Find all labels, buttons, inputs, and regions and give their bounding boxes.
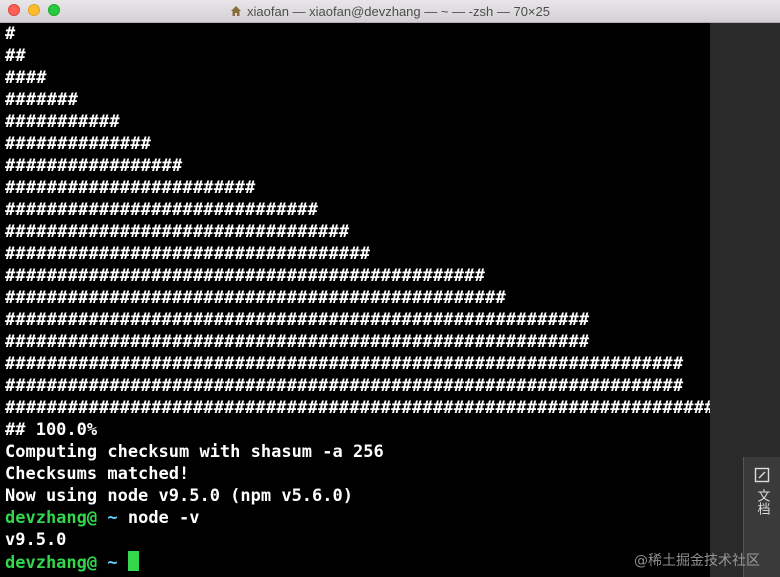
side-widget-label: 文档 [754,489,770,515]
progress-line: ################################### [5,244,371,264]
progress-line: ############################## [5,200,319,220]
progress-line: ############## [5,134,152,154]
output-line: Computing checksum with shasum -a 256 [5,442,384,462]
command-output: v9.5.0 [5,530,67,550]
progress-line: ################################# [5,222,350,242]
progress-line: ######################## [5,178,256,198]
prompt-directory: ~ [97,553,128,573]
progress-line: ########################################… [5,266,486,286]
window-controls [8,4,60,16]
close-button[interactable] [8,4,20,16]
prompt-line: devzhang@ ~ node -v [5,507,710,529]
command-text: node -v [127,508,200,528]
edit-doc-icon [754,467,770,483]
maximize-button[interactable] [48,4,60,16]
minimize-button[interactable] [28,4,40,16]
progress-line: ########### [5,112,120,132]
terminal-content[interactable]: # ## #### ####### ########### ##########… [0,23,736,577]
progress-line: ########################################… [5,310,590,330]
output-line: Checksums matched! [5,464,190,484]
percent-line: ## 100.0% [5,420,98,440]
progress-line: ## [5,46,26,66]
progress-line: #### [5,68,47,88]
output-line: Now using node v9.5.0 (npm v5.6.0) [5,486,353,506]
title-bar[interactable]: xiaofan — xiaofan@devzhang — ~ — -zsh — … [0,0,780,23]
terminal-window: xiaofan — xiaofan@devzhang — ~ — -zsh — … [0,0,780,577]
progress-line: ########################################… [5,332,590,352]
progress-line: # [5,24,16,44]
prompt-user: devzhang@ [5,553,98,573]
prompt-directory: ~ [97,508,128,528]
progress-line: ########################################… [5,376,684,396]
progress-line: ####### [5,90,79,110]
progress-line: ########################################… [5,354,684,374]
progress-line: ########################################… [5,398,736,418]
text-cursor [127,551,139,571]
home-icon [231,6,241,16]
prompt-user: devzhang@ [5,508,98,528]
window-title: xiaofan — xiaofan@devzhang — ~ — -zsh — … [230,4,550,19]
watermark: @稀土掘金技术社区 [634,553,760,569]
progress-line: ################# [5,156,183,176]
window-title-text: xiaofan — xiaofan@devzhang — ~ — -zsh — … [247,3,550,19]
progress-line: ########################################… [5,288,506,308]
active-prompt-line[interactable]: devzhang@ ~ [5,551,710,573]
